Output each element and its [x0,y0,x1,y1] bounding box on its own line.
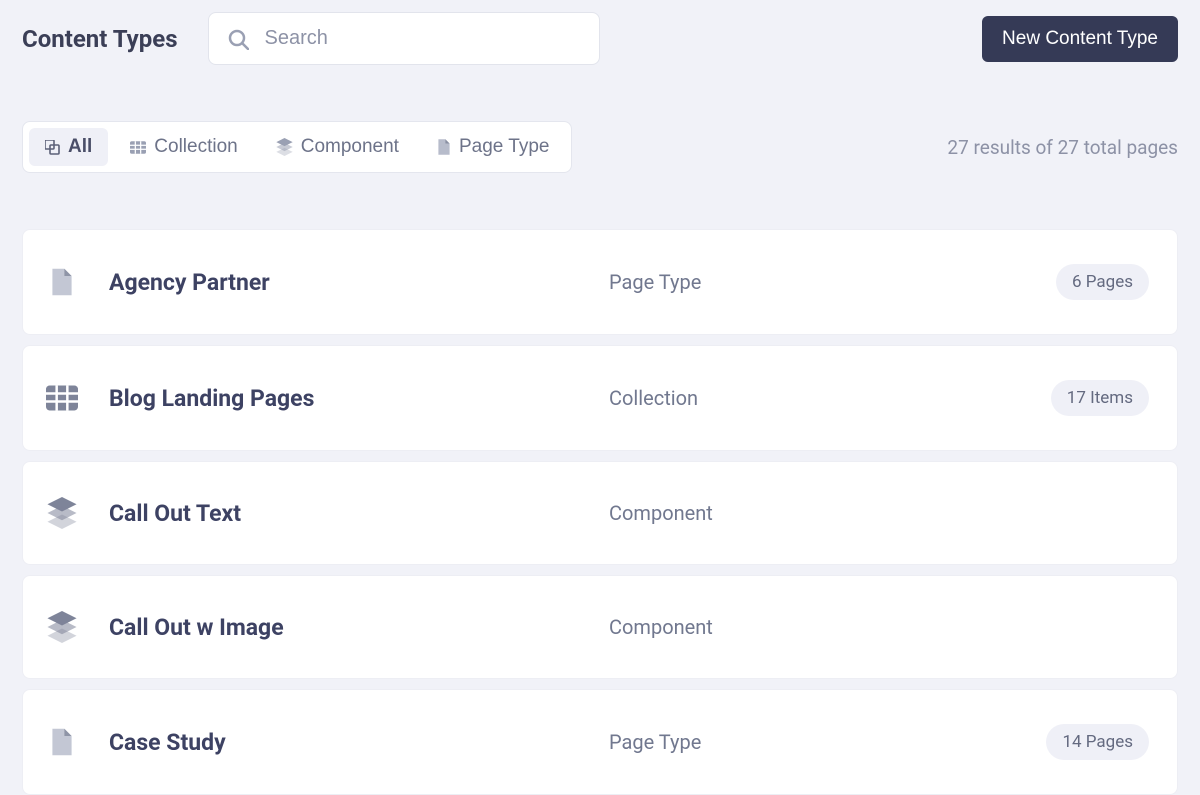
row-title: Blog Landing Pages [109,385,609,412]
row-title: Agency Partner [109,269,609,296]
page-icon [45,725,79,759]
row-title: Call Out Text [109,500,609,527]
row-kind: Page Type [609,270,1056,294]
search-icon [227,28,249,50]
list-item[interactable]: Case StudyPage Type14 Pages [22,689,1178,795]
row-kind: Collection [609,386,1051,410]
page-icon [45,265,79,299]
collection-icon [45,381,79,415]
count-badge: 17 Items [1051,380,1149,416]
component-icon [45,610,79,644]
content-type-list: Agency PartnerPage Type6 PagesBlog Landi… [0,173,1200,795]
filter-tab-label: Component [301,136,399,158]
filter-tab-component[interactable]: Component [260,128,415,166]
count-badge: 6 Pages [1056,264,1149,300]
page-icon [437,138,451,156]
filter-tab-label: Collection [154,136,237,158]
filter-tab-label: All [68,136,92,158]
component-icon [45,496,79,530]
list-item[interactable]: Call Out w ImageComponent [22,575,1178,679]
row-kind: Page Type [609,730,1046,754]
filter-tabs: All Collection Component Page Type [22,121,572,173]
all-icon [45,140,60,155]
filter-tab-collection[interactable]: Collection [114,128,253,166]
row-title: Case Study [109,729,609,756]
filter-tab-label: Page Type [459,136,550,158]
component-icon [276,138,293,156]
search-input[interactable] [265,27,581,50]
collection-icon [130,141,146,154]
row-kind: Component [609,501,1149,525]
filter-tab-all[interactable]: All [29,128,108,166]
results-count: 27 results of 27 total pages [947,136,1178,159]
count-badge: 14 Pages [1046,724,1149,760]
list-item[interactable]: Agency PartnerPage Type6 Pages [22,229,1178,335]
page-title: Content Types [22,25,178,53]
search-box[interactable] [208,12,600,65]
list-item[interactable]: Blog Landing PagesCollection17 Items [22,345,1178,451]
row-title: Call Out w Image [109,614,609,641]
filter-tab-page-type[interactable]: Page Type [421,128,566,166]
new-content-type-button[interactable]: New Content Type [982,16,1178,62]
list-item[interactable]: Call Out TextComponent [22,461,1178,565]
row-kind: Component [609,615,1149,639]
